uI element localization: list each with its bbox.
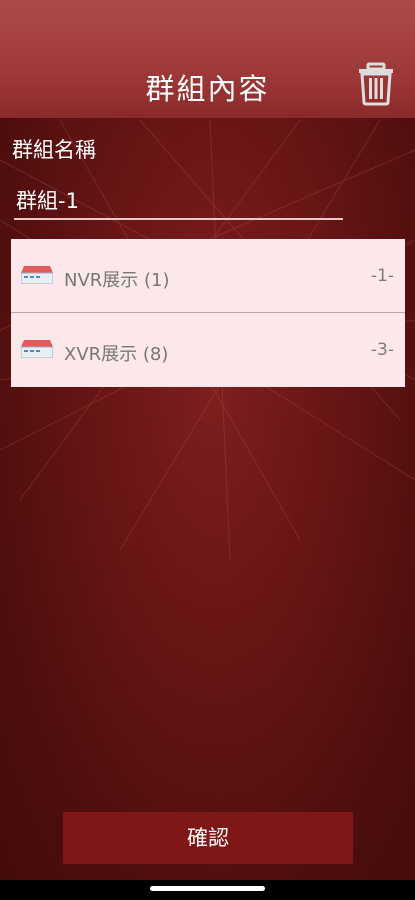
device-name: XVR展示 (8) xyxy=(64,344,169,365)
dvr-device-icon xyxy=(20,340,54,359)
dvr-device-icon xyxy=(20,266,54,285)
list-item[interactable]: NVR展示 (1) -1- xyxy=(11,239,405,313)
trash-icon[interactable] xyxy=(356,62,396,106)
page-title: 群組內容 xyxy=(145,72,270,106)
background-texture xyxy=(0,120,415,561)
group-name-input[interactable] xyxy=(14,182,343,220)
app-bar: 群組內容 xyxy=(0,0,415,118)
home-indicator[interactable] xyxy=(150,886,265,891)
app-screen: 群組內容 群組名稱 N xyxy=(0,0,415,880)
confirm-button[interactable]: 確認 xyxy=(63,812,353,864)
device-channel: -3- xyxy=(370,340,394,360)
device-name: NVR展示 (1) xyxy=(64,270,170,291)
list-item[interactable]: XVR展示 (8) -3- xyxy=(11,313,405,387)
device-channel: -1- xyxy=(370,266,394,286)
group-name-label: 群組名稱 xyxy=(12,138,96,162)
device-list: NVR展示 (1) -1- XVR展示 (8) -3- xyxy=(11,239,405,387)
